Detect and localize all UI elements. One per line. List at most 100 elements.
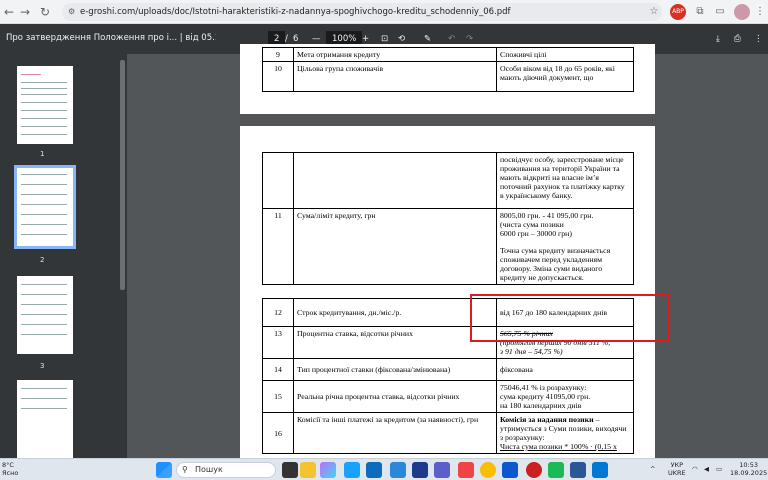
pdf-page-2: посвідчує особу, зареєстроване місце про… <box>240 126 655 458</box>
page-thumbnail-4[interactable] <box>17 380 73 458</box>
browser-toolbar: ← → ↻ ⚙ e-groshi.com/uploads/doc/Istotni… <box>0 0 768 24</box>
row-name: Реальна річна процентна ставка, відсотки… <box>293 380 497 413</box>
bookmark-star-icon[interactable]: ☆ <box>646 4 662 20</box>
extensions-icon[interactable]: ⧉ <box>692 4 708 20</box>
url-text: e-groshi.com/uploads/doc/Istotni-harakte… <box>80 7 511 17</box>
amount-range: 8005,00 грн. - 41 095,00 грн. <box>500 211 594 220</box>
characteristics-table-part1: 9 Мета отримання кредиту Споживчі цілі 1… <box>262 47 634 92</box>
clock-time: 10:53 <box>739 461 758 469</box>
clock[interactable]: 10:53 18.09.2025 <box>730 461 767 477</box>
skype-icon[interactable] <box>502 462 518 478</box>
side-panel-icon[interactable]: ▭ <box>712 4 728 20</box>
apr-amount: сума кредиту 41095,00 грн. <box>500 392 591 401</box>
edge-icon[interactable] <box>344 462 360 478</box>
row-number: 16 <box>262 412 294 454</box>
store-icon[interactable] <box>366 462 382 478</box>
weather-temp: 8°C <box>2 461 14 469</box>
copilot-icon[interactable] <box>320 462 336 478</box>
table-row: 16 Комісії та інші платежі за кредитом (… <box>262 412 634 454</box>
start-icon[interactable] <box>156 462 172 478</box>
file-explorer-icon[interactable] <box>300 462 316 478</box>
app-green-icon[interactable] <box>548 462 564 478</box>
mail-icon[interactable] <box>390 462 406 478</box>
clock-date: 18.09.2025 <box>730 469 768 477</box>
thumbnail-label: 1 <box>40 150 45 158</box>
teams-icon[interactable] <box>434 462 450 478</box>
page-thumbnail-3[interactable] <box>17 276 73 354</box>
more-options-icon[interactable]: ⋮ <box>754 31 763 47</box>
row-value: 75046,41 % із розрахунку: сума кредиту 4… <box>496 380 634 413</box>
word-icon[interactable] <box>570 462 586 478</box>
apr-term: на 180 календарних днів <box>500 401 582 410</box>
menu-icon[interactable]: ⋮ <box>752 4 768 20</box>
row-value: 8005,00 грн. - 41 095,00 грн. (чиста сум… <box>496 208 634 285</box>
app-blue-icon[interactable] <box>592 462 608 478</box>
task-view-icon[interactable] <box>282 462 298 478</box>
row-number: 10 <box>262 61 294 92</box>
search-icon: ⚲ <box>182 465 188 474</box>
row-name: Тип процентної ставки (фіксована/змінюва… <box>293 358 497 381</box>
page-thumbnail-1[interactable] <box>17 66 73 144</box>
commission-formula: Чиста сума позики * 100% · (0,15 х <box>500 442 617 451</box>
reload-icon[interactable]: ↻ <box>38 5 52 19</box>
thumbnail-label: 3 <box>40 362 45 370</box>
row-value: Комісія за надання позики – утримується … <box>496 412 634 454</box>
download-icon[interactable]: ⤓ <box>716 31 720 47</box>
row-name: Сума/ліміт кредиту, грн <box>293 208 497 285</box>
print-icon[interactable]: ⎙ <box>734 31 741 47</box>
row-number: 13 <box>262 326 294 359</box>
row-value: Споживчі цілі <box>496 47 634 62</box>
net-amount-range: 6000 грн – 30000 грн) <box>500 229 572 238</box>
table-row: 14 Тип процентної ставки (фіксована/змін… <box>262 358 634 381</box>
table-row: 11 Сума/ліміт кредиту, грн 8005,00 грн. … <box>262 208 634 285</box>
row-value: посвідчує особу, зареєстроване місце про… <box>496 152 634 209</box>
row-value: Особи віком від 18 до 65 років, які мают… <box>496 61 634 92</box>
net-amount-label: (чиста сума позики <box>500 220 564 229</box>
row-value: фіксована <box>496 358 634 381</box>
app-l-icon[interactable] <box>412 462 428 478</box>
highlight-annotation <box>470 294 669 342</box>
taskbar-search[interactable]: ⚲ Пошук <box>176 462 276 478</box>
commission-title: Комісія за надання позики <box>500 415 594 424</box>
rate-second-period: з 91 дня – 54,75 %) <box>500 347 563 356</box>
adblock-extension-icon[interactable]: ABP <box>670 4 686 20</box>
row-name: Цільова група споживачів <box>293 61 497 92</box>
forward-icon[interactable]: → <box>18 5 32 19</box>
amount-note: Точна сума кредиту визначається споживач… <box>500 246 611 282</box>
address-bar[interactable]: ⚙ e-groshi.com/uploads/doc/Istotni-harak… <box>62 3 662 21</box>
battery-icon[interactable]: ▭ <box>716 465 722 473</box>
profile-avatar[interactable] <box>734 4 750 20</box>
table-row: 15 Реальна річна процентна ставка, відсо… <box>262 380 634 413</box>
pdf-page-1: 9 Мета отримання кредиту Споживчі цілі 1… <box>240 44 655 114</box>
weather-widget[interactable]: 8°C Ясно <box>2 461 18 477</box>
thumbnail-label: 2 <box>40 256 45 264</box>
windows-taskbar: 8°C Ясно ⚲ Пошук ^ УКР UKRE ◠ ◀ ▭ 10:53 … <box>0 458 768 480</box>
volume-icon[interactable]: ◀ <box>704 465 709 473</box>
row-number: 9 <box>262 47 294 62</box>
language-indicator[interactable]: УКР UKRE <box>668 461 686 477</box>
table-row: 10 Цільова група споживачів Особи віком … <box>262 61 634 92</box>
table-row: 9 Мета отримання кредиту Споживчі цілі <box>262 47 634 62</box>
opera-icon[interactable] <box>526 462 542 478</box>
row-name: Комісії та інші платежі за кредитом (за … <box>293 412 497 454</box>
row-number: 12 <box>262 298 294 327</box>
document-title: Про затвердження Положення про і... | ві… <box>6 33 216 43</box>
weather-desc: Ясно <box>2 469 19 477</box>
thumbnail-sidebar: 1 2 3 <box>0 54 127 458</box>
tray-chevron-icon[interactable]: ^ <box>650 465 655 473</box>
row-name: Процентна ставка, відсотки річних <box>293 326 497 359</box>
app-red-icon[interactable] <box>458 462 474 478</box>
site-info-icon[interactable]: ⚙ <box>68 3 75 21</box>
table-row: посвідчує особу, зареєстроване місце про… <box>262 152 634 209</box>
apr-value: 75046,41 % із розрахунку: <box>500 383 587 392</box>
row-name: Строк кредитування, дн./міс./р. <box>293 298 497 327</box>
row-number: 14 <box>262 358 294 381</box>
row-number: 15 <box>262 380 294 413</box>
page-thumbnail-2[interactable] <box>14 165 76 249</box>
row-number: 11 <box>262 208 294 285</box>
sidebar-scrollbar[interactable] <box>120 60 125 290</box>
wifi-icon[interactable]: ◠ <box>692 465 698 473</box>
chrome-icon[interactable] <box>480 462 496 478</box>
search-label: Пошук <box>195 465 223 474</box>
back-icon[interactable]: ← <box>2 5 16 19</box>
